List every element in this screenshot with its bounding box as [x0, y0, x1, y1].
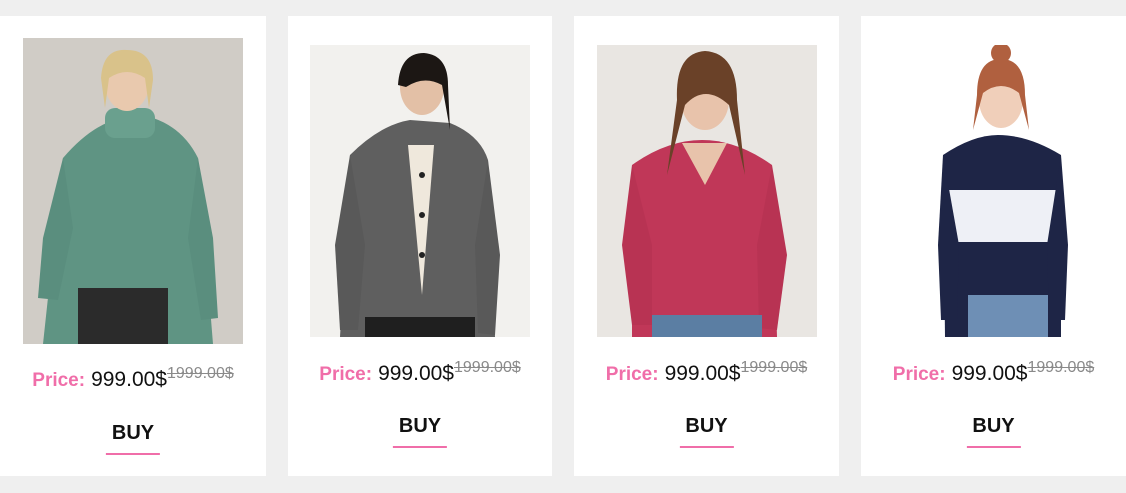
product-image-striped-top[interactable]	[883, 45, 1103, 337]
price-value: 999.00$	[664, 362, 741, 385]
product-card: Price: 999.00$1999.00$ BUY	[288, 16, 552, 476]
buy-button[interactable]: BUY	[105, 422, 161, 455]
product-card: Price: 999.00$1999.00$ BUY	[0, 16, 266, 476]
price-label: Price:	[892, 364, 946, 385]
old-price: 1999.00$	[740, 359, 808, 376]
price-value: 999.00$	[951, 362, 1028, 385]
old-price: 1999.00$	[167, 365, 234, 382]
price-label: Price:	[319, 364, 373, 385]
buy-button[interactable]: BUY	[966, 415, 1021, 448]
product-image-red-sweater[interactable]	[597, 45, 817, 337]
product-image-grey-cardigan[interactable]	[310, 45, 530, 337]
buy-button[interactable]: BUY	[679, 415, 734, 448]
price-row: Price: 999.00$1999.00$	[288, 359, 552, 386]
product-image-green-sweater[interactable]	[23, 38, 243, 344]
old-price: 1999.00$	[1027, 359, 1095, 376]
price-value: 999.00$	[378, 362, 454, 385]
price-label: Price:	[32, 370, 86, 391]
product-card: Price: 999.00$1999.00$ BUY	[861, 16, 1126, 476]
old-price: 1999.00$	[454, 359, 521, 376]
buy-button[interactable]: BUY	[392, 415, 448, 448]
price-value: 999.00$	[91, 368, 167, 391]
price-row: Price: 999.00$1999.00$	[574, 359, 839, 386]
product-card: Price: 999.00$1999.00$ BUY	[574, 16, 839, 476]
price-row: Price: 999.00$1999.00$	[861, 359, 1126, 386]
price-label: Price:	[605, 364, 659, 385]
price-row: Price: 999.00$1999.00$	[0, 365, 266, 392]
